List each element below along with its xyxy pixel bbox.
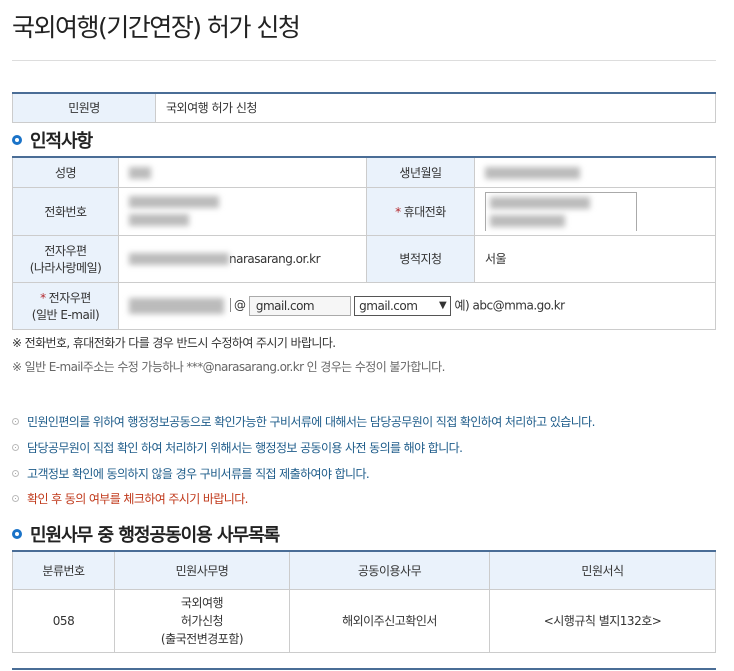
code-cell: 058: [12, 588, 115, 653]
service-cell: 해외이주신고확인서: [289, 588, 490, 653]
divider: [12, 60, 716, 61]
bullet-icon: [12, 470, 19, 477]
bullet-icon: [12, 418, 19, 425]
shared-services-table: 분류번호 민원사무명 공동이용사무 민원서식 058 국외여행허가신청 (출국전변…: [12, 550, 716, 653]
personal-section-heading: 인적사항: [12, 127, 93, 153]
info-bullet: 고객정보 확인에 동의하지 않을 경우 구비서류를 직접 제출하여야 합니다.: [12, 465, 370, 482]
name-cell: 국외여행허가신청 (출국전변경포함): [114, 588, 290, 653]
general-email-label: * 전자우편 (일반 E-mail): [12, 281, 119, 330]
name-line: (출국전변경포함): [160, 631, 244, 646]
narasarang-email-label: 전자우편 (나라사랑메일): [12, 234, 119, 283]
header-code: 분류번호: [12, 550, 115, 590]
label-line: 전자우편: [48, 290, 92, 305]
office-label: 병적지청: [366, 234, 475, 283]
application-label: 민원명: [12, 92, 156, 123]
header-service: 공동이용사무: [289, 550, 490, 590]
name-line: 국외여행: [180, 595, 224, 610]
required-icon: *: [395, 204, 401, 219]
birth-value: [474, 156, 716, 188]
required-icon: *: [40, 290, 46, 305]
office-value: 서울: [474, 234, 716, 283]
bullet-text: 고객정보 확인에 동의하지 않을 경우 구비서류를 직접 제출하여야 합니다.: [27, 467, 370, 481]
note-email: ※ 일반 E-mail주소는 수정 가능하나 ***@narasarang.or…: [12, 360, 445, 374]
name-line: 허가신청: [180, 613, 224, 628]
header-name: 민원사무명: [114, 550, 290, 590]
bullet-text: 담당공무원이 직접 확인 하여 처리하기 위해서는 행정정보 공동이용 사전 동…: [27, 441, 463, 455]
note-phone: ※ 전화번호, 휴대전화가 다를 경우 반드시 수정하여 주시기 바랍니다.: [12, 336, 336, 350]
application-table: 민원명 국외여행 허가 신청: [12, 92, 716, 123]
mobile-label: * 휴대전화: [366, 186, 475, 236]
personal-info-table: 성명 생년월일 전화번호 * 휴대전화 전자우편 (나라사랑메일) narasara…: [12, 156, 716, 330]
email-domain: narasarang.or.kr: [229, 251, 321, 266]
shared-section-heading: 민원사무 중 행정공동이용 사무목록: [12, 521, 280, 547]
phone-label: 전화번호: [12, 186, 119, 236]
label-text: 휴대전화: [403, 204, 447, 219]
general-email-cell: @ gmail.com gmail.com ▼ 예) abc@mma.go.kr: [118, 281, 716, 330]
narasarang-email-value: narasarang.or.kr: [118, 234, 367, 283]
header-form: 민원서식: [489, 550, 716, 590]
email-domain-input[interactable]: gmail.com: [248, 295, 351, 316]
name-value: [118, 156, 367, 188]
bullet-text: 확인 후 동의 여부를 체크하여 주시기 바랍니다.: [27, 492, 248, 506]
section-title: 민원사무 중 행정공동이용 사무목록: [30, 525, 280, 546]
circle-bullet-icon: [12, 135, 22, 145]
page-title: 국외여행(기간연장) 허가 신청: [12, 13, 301, 42]
select-value: gmail.com: [359, 298, 418, 313]
circle-bullet-icon: [12, 529, 22, 539]
divider: [12, 668, 716, 670]
at-sign: @: [230, 298, 246, 312]
bullet-icon: [12, 495, 19, 502]
chevron-down-icon: ▼: [438, 300, 447, 311]
bullet-icon: [12, 444, 19, 451]
info-bullet: 담당공무원이 직접 확인 하여 처리하기 위해서는 행정정보 공동이용 사전 동…: [12, 439, 463, 456]
section-title: 인적사항: [30, 131, 93, 152]
form-cell: <시행규칙 별지132호>: [489, 588, 716, 653]
info-bullet: 민원인편의를 위하여 행정정보공동으로 확인가능한 구비서류에 대해서는 담당공…: [12, 413, 595, 430]
label-line: 전자우편: [44, 243, 87, 258]
bullet-text: 민원인편의를 위하여 행정정보공동으로 확인가능한 구비서류에 대해서는 담당공…: [27, 415, 595, 429]
consent-bullet: 확인 후 동의 여부를 체크하여 주시기 바랍니다.: [12, 490, 248, 507]
application-value: 국외여행 허가 신청: [155, 92, 716, 123]
table-row: 058 국외여행허가신청 (출국전변경포함) 해외이주신고확인서 <시행규칙 별지…: [12, 588, 716, 653]
label-line: (나라사랑메일): [29, 260, 102, 275]
email-domain-select[interactable]: gmail.com ▼: [354, 295, 452, 316]
mobile-input[interactable]: [474, 186, 716, 236]
label-line: (일반 E-mail): [31, 307, 100, 322]
name-label: 성명: [12, 156, 119, 188]
email-example: 예) abc@mma.go.kr: [454, 298, 565, 312]
email-id-input[interactable]: [129, 297, 224, 314]
birth-label: 생년월일: [366, 156, 475, 188]
phone-input[interactable]: [118, 186, 367, 236]
